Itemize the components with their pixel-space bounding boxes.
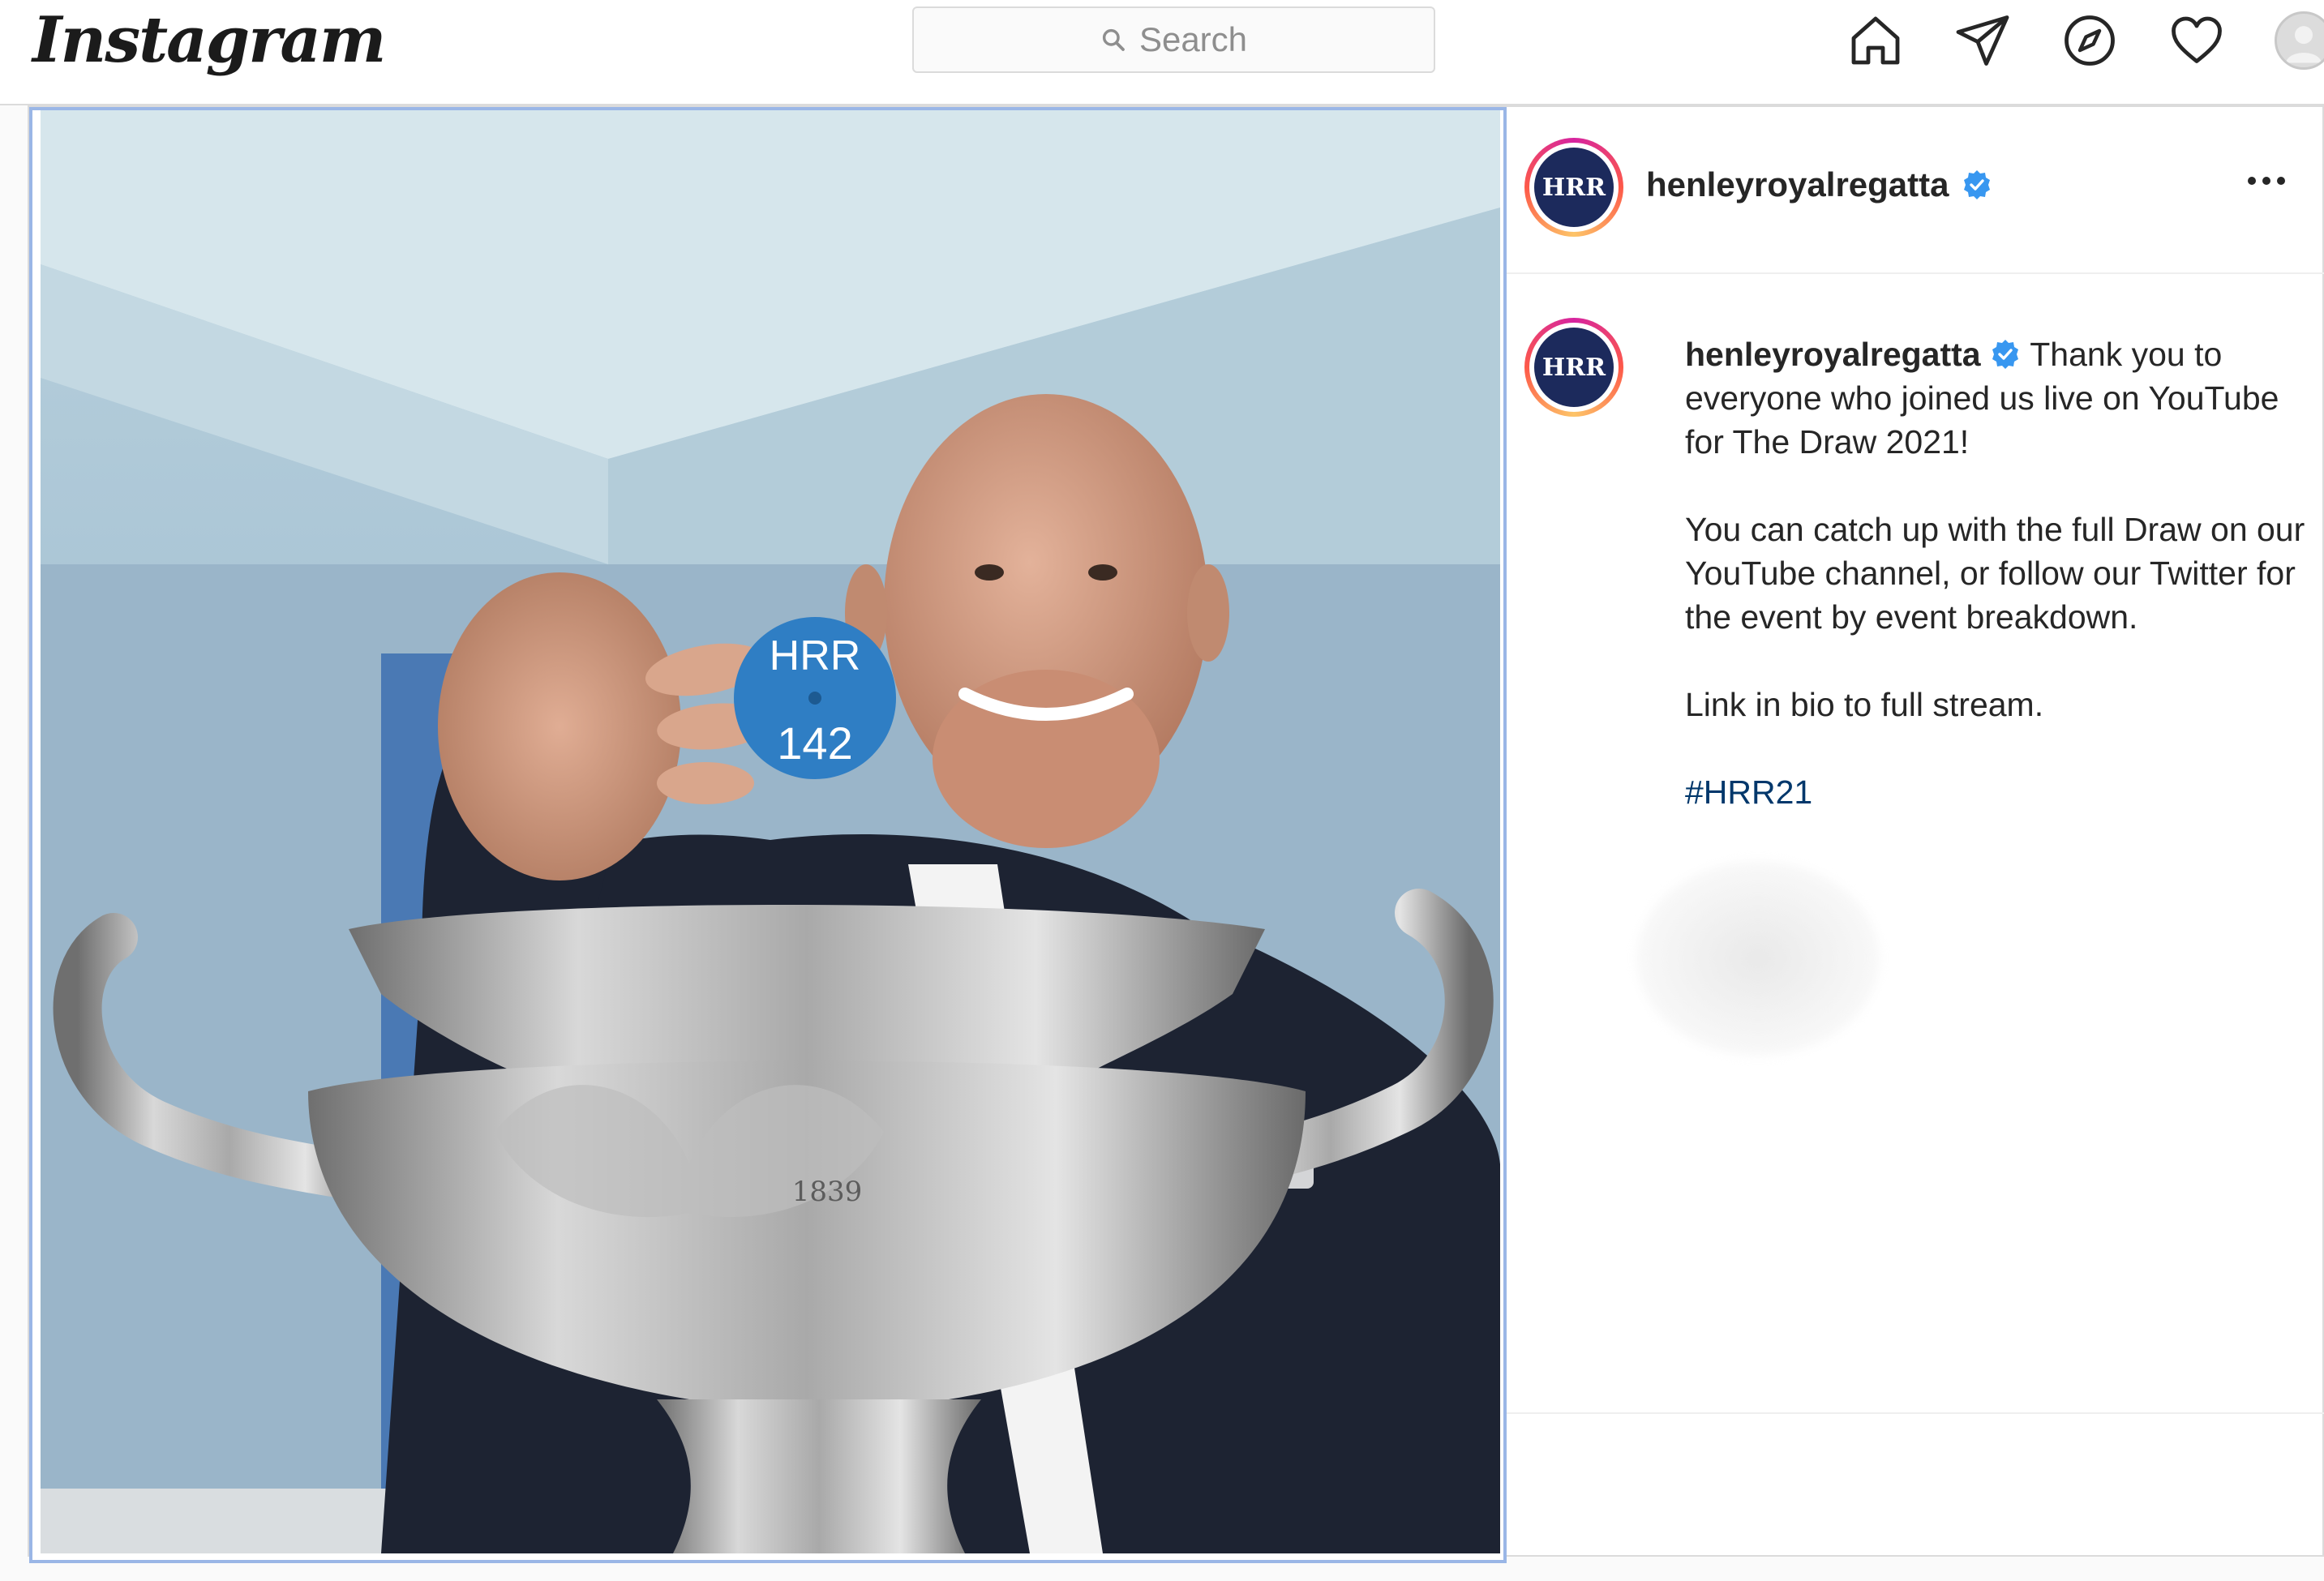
trophy-inscription: 1839	[792, 1176, 863, 1208]
post-card: HRR 142 1839 HRR henleyroyalregatta HRR …	[28, 105, 2324, 1563]
more-dot-icon	[2277, 177, 2285, 185]
explore-compass-icon	[2065, 15, 2115, 66]
verified-badge-icon	[1963, 170, 1990, 199]
more-options-button[interactable]	[2248, 177, 2285, 185]
activity-button[interactable]	[2167, 11, 2227, 71]
post-side-panel: HRR henleyroyalregatta HRR henleyroyalre…	[1507, 107, 2324, 1558]
hrr-crest-icon: HRR	[1534, 148, 1614, 227]
home-button[interactable]	[1846, 11, 1906, 71]
direct-messages-button[interactable]	[1953, 11, 2013, 71]
more-dot-icon	[2262, 177, 2270, 185]
author-avatar[interactable]: HRR	[1524, 138, 1623, 237]
profile-button[interactable]	[2274, 11, 2324, 71]
post-header: HRR henleyroyalregatta	[1507, 107, 2324, 274]
post-photo[interactable]: HRR 142 1839	[41, 110, 1500, 1553]
caption-paragraph: You can catch up with the full Draw on o…	[1685, 511, 2305, 636]
hashtag-link[interactable]: #HRR21	[1685, 773, 1812, 811]
more-dot-icon	[2248, 177, 2256, 185]
search-placeholder: Search	[1138, 20, 1248, 58]
author-name-row: henleyroyalregatta	[1646, 165, 1993, 204]
home-icon	[1851, 16, 1900, 65]
photo-illustration: HRR 142 1839	[41, 110, 1500, 1553]
disc-number: 142	[777, 718, 852, 769]
caption-username[interactable]: henleyroyalregatta	[1685, 336, 1981, 373]
caption-author-avatar[interactable]: HRR	[1524, 318, 1623, 417]
caption-paragraph: Link in bio to full stream.	[1685, 686, 2044, 723]
activity-heart-icon	[2172, 16, 2222, 63]
author-username[interactable]: henleyroyalregatta	[1646, 165, 1949, 204]
hrr-crest-icon: HRR	[1534, 328, 1614, 407]
post-caption: henleyroyalregatta Thank you to everyone…	[1685, 332, 2309, 814]
search-input[interactable]: Search	[912, 6, 1435, 73]
blurred-area	[1636, 861, 1880, 1056]
nav-icon-group	[1846, 0, 2324, 81]
profile-avatar	[2275, 11, 2324, 70]
post-photo-frame: HRR 142 1839	[29, 107, 1507, 1563]
direct-message-icon	[1956, 15, 2009, 66]
caption-first-paragraph: henleyroyalregatta Thank you to everyone…	[1685, 332, 2309, 464]
explore-button[interactable]	[2060, 11, 2120, 71]
disc-top-text: HRR	[770, 632, 861, 679]
search-icon	[1102, 28, 1125, 51]
verified-badge-icon	[1992, 340, 2018, 369]
top-navigation-bar: Instagram Search	[0, 0, 2324, 105]
panel-divider	[1507, 1412, 2324, 1414]
instagram-logo[interactable]: Instagram	[32, 3, 386, 77]
